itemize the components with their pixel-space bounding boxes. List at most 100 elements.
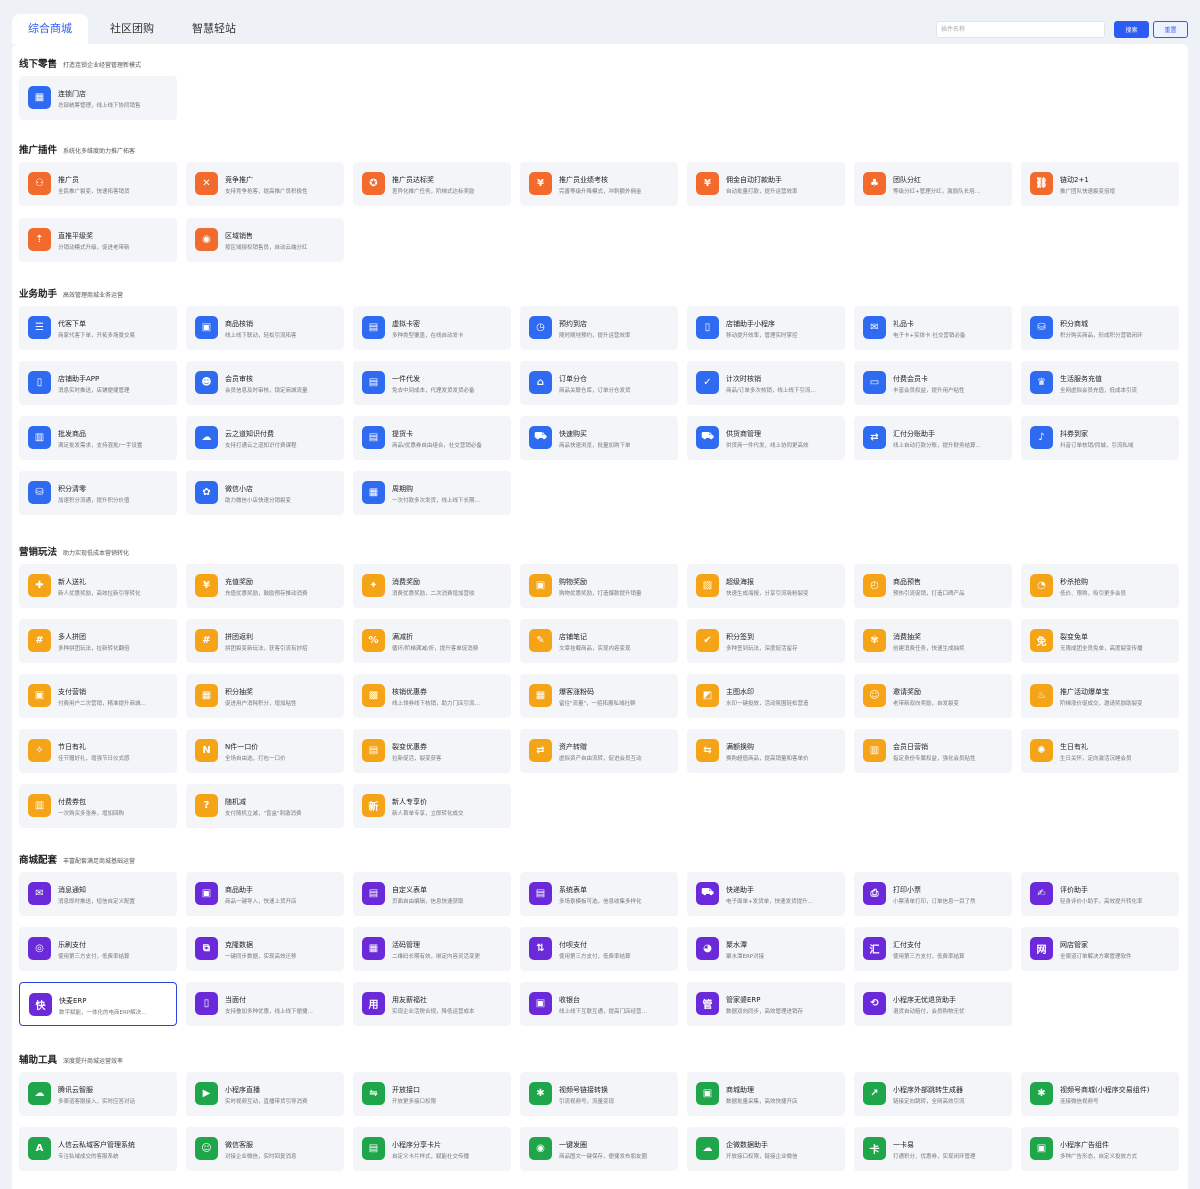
plugin-card[interactable]: ☻ 会员审核 会员信息及时审核，锁定商城流量 [186,361,344,405]
search-button[interactable]: 搜索 [1114,21,1149,38]
plugin-card[interactable]: ✉ 礼品卡 电子卡+实体卡 社交营销必备 [854,306,1012,350]
plugin-card[interactable]: ▯ 店铺助手APP 消息实时推送，店铺便捷管理 [19,361,177,405]
plugin-card[interactable]: ◔ 秒杀抢购 低价、限购，吸引更多会员 [1021,564,1179,608]
plugin-card[interactable]: ☺ 微信客服 对接企业微信，实时回复消息 [186,1127,344,1171]
plugin-card[interactable]: ♣ 团队分红 等级分红+管理分红，激励队长培… [854,162,1012,206]
plugin-card[interactable]: ⛟ 供货商管理 供货商一件代发，线上协同更高效 [687,416,845,460]
plugin-card[interactable]: ◷ 预约到店 随时随地预约，提升运营效率 [520,306,678,350]
plugin-card[interactable]: ▦ 积分抽奖 促进用户消耗积分，增加粘性 [186,674,344,718]
plugin-card[interactable]: N N件一口价 全场自由选，打包一口价 [186,729,344,773]
plugin-card[interactable]: ▤ 小程序分享卡片 自定义卡片样式，赋能社交传播 [353,1127,511,1171]
plugin-card[interactable]: ✱ 视频号链接转换 引流视频号，流量变现 [520,1072,678,1116]
plugin-card[interactable]: ♨ 推广活动爆单宝 阶梯涨价促成交，邀请奖励助裂变 [1021,674,1179,718]
plugin-card[interactable]: ▤ 虚拟卡密 多种类型覆盖，在线自动发卡 [353,306,511,350]
plugin-card[interactable]: ✚ 新人送礼 新人优惠奖励，高效拉新引导转化 [19,564,177,608]
plugin-card[interactable]: ◉ 一键发圈 商品图文一键保存，便捷发布朋友圈 [520,1127,678,1171]
plugin-card[interactable]: ✕ 竞争推广 支持竞争抢客，提高推广员积极性 [186,162,344,206]
plugin-card[interactable]: ▤ 提货卡 商品/优惠券自由组合，社交营销必备 [353,416,511,460]
plugin-card[interactable]: # 拼团返利 拼团裂变新玩法，获客引流有妙招 [186,619,344,663]
plugin-card[interactable]: ⇋ 开放接口 开放更多接口权限 [353,1072,511,1116]
plugin-card[interactable]: ▧ 超级海报 快速生成海报，分享引流吸粉裂变 [687,564,845,608]
plugin-card[interactable]: ▤ 自定义表单 页面自由编辑，信息快速获取 [353,872,511,916]
plugin-card[interactable]: ⇄ 汇付分账助手 线上自动打款分账，提升财务结算… [854,416,1012,460]
plugin-card[interactable]: ▦ 连锁门店 总部统筹管理，线上线下协同销售 [19,76,177,120]
plugin-card[interactable]: ▤ 一件代发 免去中间成本，代理发货发货必备 [353,361,511,405]
plugin-card[interactable]: ⇄ 资产转赠 虚拟资产自由流转，促进会员互动 [520,729,678,773]
plugin-card[interactable]: ⛟ 快速购买 商品快速浏览，批量加购下单 [520,416,678,460]
plugin-card[interactable]: ▣ 支付营销 付费用户二次营销，精准提升商城… [19,674,177,718]
tab-community-group-buy[interactable]: 社区团购 [94,14,170,44]
plugin-card[interactable]: 卡一卡易 打通积分、优惠券，实现闭环管理 [854,1127,1012,1171]
plugin-card[interactable]: # 多人拼团 多种拼团玩法，拉新转化翻倍 [19,619,177,663]
plugin-card[interactable]: ◕ 聚水潭 聚水潭ERP对接 [687,927,845,971]
plugin-card[interactable]: ▥ 付费券包 一次购买多张券，增加回购 [19,784,177,828]
plugin-card[interactable]: ¥ 推广员业绩考核 完善等级升降模式，冲刺额外佣金 [520,162,678,206]
plugin-card[interactable]: ✔ 积分签到 多种签到玩法，深度促活留存 [687,619,845,663]
plugin-card[interactable]: ▥ 批发商品 满足批发需求，支持混批/一手设置 [19,416,177,460]
plugin-card[interactable]: ⇡ 直推平级奖 分销动模式升级，促进老带新 [19,218,177,262]
plugin-card[interactable]: ✍ 评价助手 轻身评价小助手，高效提升转化率 [1021,872,1179,916]
plugin-card[interactable]: ▭ 付费会员卡 丰富会员权益，提升用户粘性 [854,361,1012,405]
plugin-card[interactable]: ¥ 佣金自动打款助手 自动批量打款，提升运营效率 [687,162,845,206]
plugin-card[interactable]: ▣ 购物奖励 购物优惠奖励，打造爆款提升销量 [520,564,678,608]
plugin-card[interactable]: ✎ 店铺笔记 文章挂载商品，实现内容变现 [520,619,678,663]
plugin-card[interactable]: ♛ 生活服务充值 全网虚拟会员充值，低成本引流 [1021,361,1179,405]
tab-comprehensive-mall[interactable]: 综合商城 [12,14,88,44]
plugin-card[interactable]: ▣ 商品助手 商品一键导入，快速上货开店 [186,872,344,916]
plugin-card[interactable]: ✓ 计次时核销 商品/订单多次核销，线上线下引流… [687,361,845,405]
plugin-card[interactable]: 新新人专享价 新人首单专享，立即转化成交 [353,784,511,828]
plugin-card[interactable]: ✾ 消费抽奖 创建消费任务，快速生成抽奖 [854,619,1012,663]
plugin-card[interactable]: ⟲ 小程序无忧退货助手 退货自动赔付，会员购物无忧 [854,982,1012,1026]
tab-smart-station[interactable]: 智慧轻站 [176,14,252,44]
plugin-card[interactable]: ✧ 节日有礼 佳节赠好礼，增强节日仪式感 [19,729,177,773]
plugin-card[interactable]: ▶ 小程序直播 实时视频互动，直播带货引导消费 [186,1072,344,1116]
plugin-card[interactable]: ⧉ 克隆数据 一键同步数据，实现高效迁移 [186,927,344,971]
plugin-card[interactable]: ☁ 云之道知识付费 支持打通云之道知识付费课程 [186,416,344,460]
plugin-card[interactable]: ☺ 邀请奖励 老带新双向奖励，自发裂变 [854,674,1012,718]
plugin-card[interactable]: 汇汇付支付 使用第三方支付，低费率结算 [854,927,1012,971]
plugin-card[interactable]: ⚇ 推广员 全民推广裂变，快速拓客销货 [19,162,177,206]
plugin-card[interactable]: ✺ 生日有礼 生日关怀，定向激活沉睡会员 [1021,729,1179,773]
plugin-card[interactable]: ▣ 小程序广告组件 多种广告形态，自定义投放方式 [1021,1127,1179,1171]
plugin-card[interactable]: ◴ 商品预售 预热引流促销，打造口碑产品 [854,564,1012,608]
plugin-card[interactable]: ✦ 消费奖励 消费优惠奖励，二次消费增加营收 [353,564,511,608]
reset-button[interactable]: 重置 [1153,21,1188,38]
plugin-card[interactable]: ▩ 核销优惠券 线上领券线下核销，助力门店引流… [353,674,511,718]
plugin-card[interactable]: ⛟ 快递助手 电子面单+发货单，快速发货提升… [687,872,845,916]
plugin-card[interactable]: ✱ 视频号商城(小程序交易组件) 连接微信视频号 [1021,1072,1179,1116]
plugin-card[interactable]: ⛁ 积分商城 积分购买商品，形成积分营销闭环 [1021,306,1179,350]
plugin-card[interactable]: ▯ 当面付 支持叠加多种优惠，线上线下便捷… [186,982,344,1026]
plugin-card[interactable]: 用用友薪福社 实现企业活税合规，降低运营成本 [353,982,511,1026]
plugin-card[interactable]: 网网店管家 全渠道订单解决方案管理软件 [1021,927,1179,971]
plugin-card[interactable]: ↗ 小程序外部跳转生成器 链接定向跳转，全网高效引流 [854,1072,1012,1116]
plugin-card[interactable]: ? 随机减 支付随机立减，"盲盒"刺激消费 [186,784,344,828]
plugin-card[interactable]: ✉ 消息通知 消息即时推送，短信自定义配置 [19,872,177,916]
plugin-card[interactable]: ⇅ 付呗支付 使用第三方支付，低费率结算 [520,927,678,971]
plugin-card[interactable]: ▦ 活码管理 二维码长期有效，绑定内容灵活变更 [353,927,511,971]
plugin-card[interactable]: % 满减折 循环/阶梯满减/折，提升客单促消费 [353,619,511,663]
plugin-card[interactable]: ✪ 推广员达标奖 差异化推广任务，阶梯式达标奖励 [353,162,511,206]
plugin-card[interactable]: ▤ 系统表单 多场景模板可选，信息收集多样化 [520,872,678,916]
plugin-card[interactable]: ⇆ 满额换购 换购超值商品，提高销量和客单价 [687,729,845,773]
plugin-card[interactable]: ◩ 主图水印 水印一键投放，活动氛围轻松营造 [687,674,845,718]
search-input[interactable] [936,21,1105,38]
plugin-card[interactable]: ☁ 腾讯云智服 多渠道客服接入，实时应答对话 [19,1072,177,1116]
plugin-card[interactable]: ◎ 乐刷支付 使用第三方支付，低费率结算 [19,927,177,971]
plugin-card[interactable]: ▥ 会员日营销 指定身份专属权益，强化会员粘性 [854,729,1012,773]
plugin-card[interactable]: ▣ 收银台 线上线下互联互通，提高门店经营… [520,982,678,1026]
plugin-card[interactable]: ⌂ 订单分仓 商品关联仓库，订单分仓发货 [520,361,678,405]
plugin-card[interactable]: 管管家婆ERP 数据双向同步，高效管理进销存 [687,982,845,1026]
plugin-card[interactable]: ✿ 微信小店 助力微信小店快速分销裂变 [186,471,344,515]
plugin-card[interactable]: ⛓ 链动2+1 推广团队快速裂变倍增 [1021,162,1179,206]
plugin-card[interactable]: ▣ 商品核销 线上线下联动，轻松引流拓客 [186,306,344,350]
plugin-card[interactable]: ¥ 充值奖励 充值优惠奖励，鼓励预存推动消费 [186,564,344,608]
plugin-card[interactable]: 快快麦ERP 数字赋能，一体化的电商ERP解决… [19,982,177,1026]
plugin-card[interactable]: ▦ 爆客涨粉码 留住"流量"，一招拓展私域社群 [520,674,678,718]
plugin-card[interactable]: ▯ 店铺助手小程序 移动提升效率，管理实时掌控 [687,306,845,350]
plugin-card[interactable]: 免裂变免单 无限成团全员免单，高度裂变传播 [1021,619,1179,663]
plugin-card[interactable]: ♪ 抖券到家 抖音订单核销/同城，引流私域 [1021,416,1179,460]
plugin-card[interactable]: ▣ 商城助理 数据批量采集，高效快捷开店 [687,1072,845,1116]
plugin-card[interactable]: ▤ 裂变优惠券 拉新促活，裂变获客 [353,729,511,773]
plugin-card[interactable]: ☁ 企微数据助手 开放接口权限，链接企业微信 [687,1127,845,1171]
plugin-card[interactable]: ▦ 周期购 一次付款多次发货，线上线下长期… [353,471,511,515]
